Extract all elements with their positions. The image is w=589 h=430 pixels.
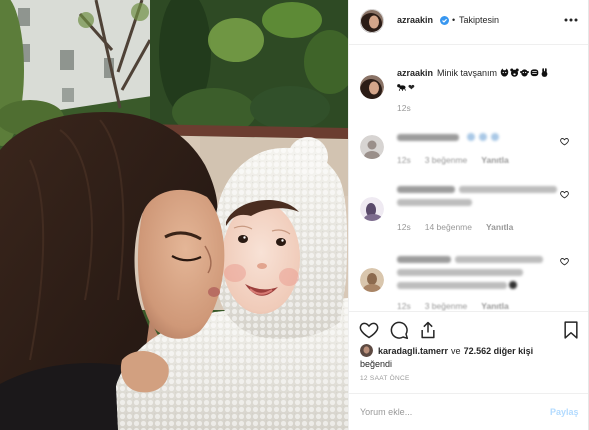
author-username[interactable]: azraakin xyxy=(397,15,433,26)
blurred-comment-username xyxy=(397,256,451,263)
comment-meta: 12s 14 beğenme Yanıtla xyxy=(397,222,527,232)
liker-username[interactable]: karadagli.tamerr xyxy=(378,346,448,356)
blurred-comment-text xyxy=(397,282,507,289)
caption-timestamp[interactable]: 12s xyxy=(397,103,411,113)
animal-emoji-icon xyxy=(500,68,508,77)
comment-like-icon[interactable] xyxy=(560,257,569,266)
animal-emoji-icon xyxy=(530,69,538,77)
caption-heart: ❤ xyxy=(408,83,415,92)
instagram-post: azraakin • Takiptesin azraakin Minik tav… xyxy=(0,0,589,430)
header-separator: • xyxy=(452,15,456,25)
author-avatar[interactable] xyxy=(360,9,384,33)
comment-time[interactable]: 12s xyxy=(397,155,411,165)
comment-input[interactable] xyxy=(360,404,545,420)
blurred-comment-text xyxy=(397,199,472,206)
heart-outline-icon[interactable] xyxy=(359,320,379,340)
blurred-emoji xyxy=(467,133,475,141)
likes-connector: ve xyxy=(451,346,461,356)
comment-like-icon[interactable] xyxy=(560,137,569,146)
post-timestamp[interactable]: 12 SAAT ÖNCE xyxy=(360,375,410,383)
comment-like-icon[interactable] xyxy=(560,190,569,199)
animal-emoji-icon xyxy=(509,68,519,77)
post-comment-button[interactable]: Paylaş xyxy=(550,405,579,419)
more-options-icon[interactable] xyxy=(564,18,578,22)
follow-status-button[interactable]: Takiptesin xyxy=(459,15,499,26)
commenter-avatar[interactable] xyxy=(360,135,384,159)
comment-likes[interactable]: 14 beğenme xyxy=(425,222,472,232)
comment-likes[interactable]: 3 beğenme xyxy=(425,155,468,165)
comment-meta: 12s 3 beğenme Yanıtla xyxy=(397,301,523,311)
blurred-comment-username xyxy=(397,134,459,141)
caption-username[interactable]: azraakin xyxy=(397,68,433,78)
verified-badge-icon xyxy=(440,16,449,25)
post-details-panel: azraakin • Takiptesin azraakin Minik tav… xyxy=(348,0,589,430)
blurred-comment-text xyxy=(397,269,523,276)
post-header: azraakin • Takiptesin xyxy=(349,0,588,45)
caption-text: Minik tavşanım xyxy=(437,68,498,78)
animal-emoji-icon xyxy=(541,68,547,77)
commenter-avatar[interactable] xyxy=(360,268,384,292)
comment-reply-button[interactable]: Yanıtla xyxy=(481,301,508,311)
comment-likes[interactable]: 3 beğenme xyxy=(425,301,468,311)
comment-time[interactable]: 12s xyxy=(397,301,411,311)
blurred-emoji xyxy=(479,133,487,141)
comments-list[interactable]: azraakin Minik tavşanım ❤ 12s 12s 3 beğen… xyxy=(349,45,588,311)
post-caption: azraakin Minik tavşanım ❤ xyxy=(397,66,582,95)
caption-author-avatar[interactable] xyxy=(360,75,384,99)
likes-summary: karadagli.tamerr ve 72.562 diğer kişi xyxy=(378,346,533,357)
likes-count-button[interactable]: 72.562 diğer kişi xyxy=(464,346,534,356)
comment-meta: 12s 3 beğenme Yanıtla xyxy=(397,155,523,165)
blurred-comment-username xyxy=(397,186,455,193)
comment-time[interactable]: 12s xyxy=(397,222,411,232)
bookmark-icon[interactable] xyxy=(561,320,581,340)
comment-reply-button[interactable]: Yanıtla xyxy=(481,155,508,165)
blurred-comment-text xyxy=(459,186,557,193)
blurred-comment-text xyxy=(455,256,543,263)
add-comment-bar: Paylaş xyxy=(349,393,588,430)
comment-bubble-icon[interactable] xyxy=(389,320,409,340)
commenter-avatar[interactable] xyxy=(360,197,384,221)
animal-emoji-icon xyxy=(397,84,406,91)
post-actions: karadagli.tamerr ve 72.562 diğer kişi beğe… xyxy=(349,311,588,393)
post-photo[interactable] xyxy=(0,0,348,430)
blurred-emoji xyxy=(491,133,499,141)
liker-avatar[interactable] xyxy=(360,344,373,357)
comment-reply-button[interactable]: Yanıtla xyxy=(486,222,513,232)
likes-verb: beğendi xyxy=(360,359,393,369)
blurred-emoji xyxy=(509,281,517,289)
share-upload-icon[interactable] xyxy=(418,320,438,340)
animal-emoji-icon xyxy=(519,69,529,77)
